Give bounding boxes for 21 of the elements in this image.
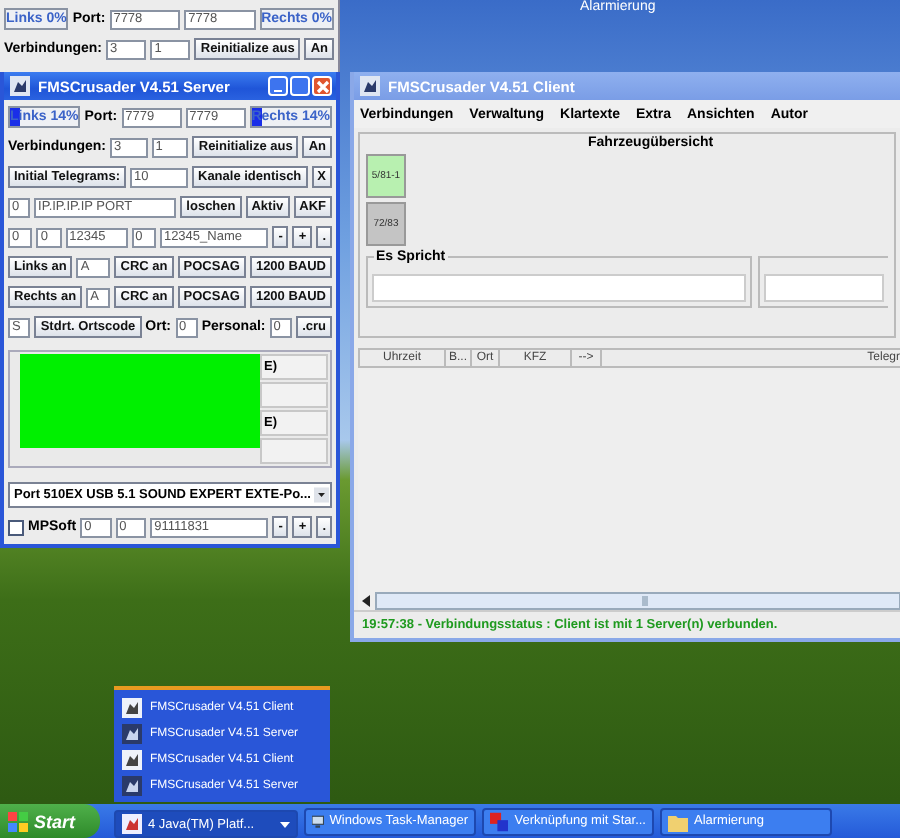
app-icon <box>8 74 32 98</box>
start-button[interactable]: Start <box>0 804 100 838</box>
window-icon <box>122 814 142 834</box>
shortcut-icon <box>490 811 509 831</box>
folder-icon <box>668 811 688 831</box>
close-button[interactable] <box>312 76 332 96</box>
text-field[interactable] <box>372 274 746 302</box>
close-icon <box>315 79 329 93</box>
computer-icon <box>312 811 324 831</box>
windows-logo-icon <box>8 811 28 831</box>
maximize-button[interactable] <box>290 76 310 96</box>
caret-icon <box>280 821 290 827</box>
checkbox[interactable] <box>8 519 24 535</box>
text-field[interactable] <box>764 274 884 302</box>
app-icon <box>122 723 142 743</box>
app-icon <box>122 775 142 795</box>
app-icon <box>122 697 142 717</box>
minimize-button[interactable] <box>268 76 288 96</box>
app-icon <box>122 749 142 769</box>
caret-icon <box>314 484 330 506</box>
app-icon <box>358 74 382 98</box>
